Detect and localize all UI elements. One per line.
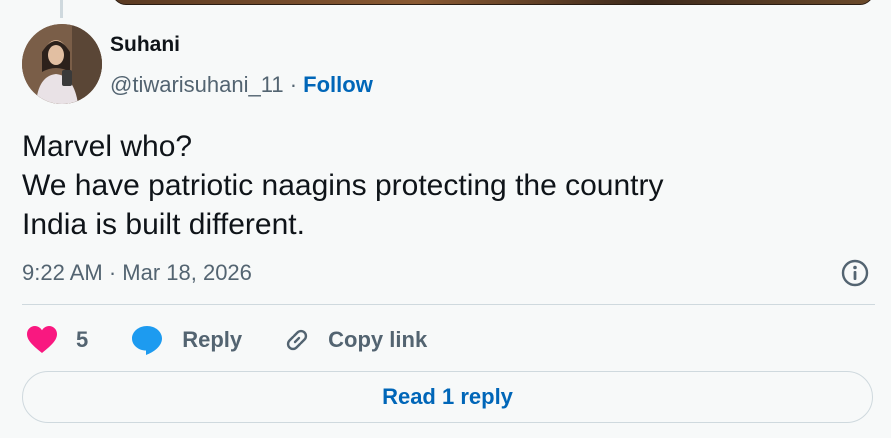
read-replies-label: Read 1 reply [382, 384, 513, 409]
avatar-photo [22, 24, 102, 104]
author-handle-row: @tiwarisuhani_11 · Follow [110, 72, 373, 98]
copy-link-button[interactable]: Copy link [282, 325, 427, 355]
avatar[interactable] [22, 24, 102, 104]
author-display-name[interactable]: Suhani [110, 33, 180, 57]
tweet-line: Marvel who? [22, 130, 193, 163]
author-handle[interactable]: @tiwarisuhani_11 [110, 72, 284, 97]
like-count: 5 [76, 327, 89, 352]
read-replies-button[interactable]: Read 1 reply [22, 371, 873, 423]
tweet-text: Marvel who? We have patriotic naagins pr… [22, 127, 663, 244]
tweet-line: India is built different. [22, 208, 305, 241]
divider [22, 304, 875, 305]
tweet-actions-bar: 5 Reply Copy link [26, 322, 427, 358]
link-icon [287, 329, 308, 351]
previous-tweet-media [112, 0, 874, 5]
speech-bubble-icon [132, 326, 163, 355]
like-button[interactable]: 5 [26, 325, 130, 355]
tweet-timestamp[interactable]: 9:22 AM · Mar 18, 2026 [22, 260, 252, 286]
info-button[interactable] [840, 258, 870, 288]
reply-label: Reply [182, 327, 243, 352]
heart-icon [27, 326, 57, 353]
handle-separator: · [289, 72, 298, 97]
tweet-line: We have patriotic naagins protecting the… [22, 169, 664, 202]
follow-button[interactable]: Follow [303, 72, 373, 97]
thread-connector-line [60, 0, 63, 18]
reply-button[interactable]: Reply [130, 324, 282, 356]
copy-link-label: Copy link [328, 327, 428, 352]
info-icon [841, 259, 869, 287]
